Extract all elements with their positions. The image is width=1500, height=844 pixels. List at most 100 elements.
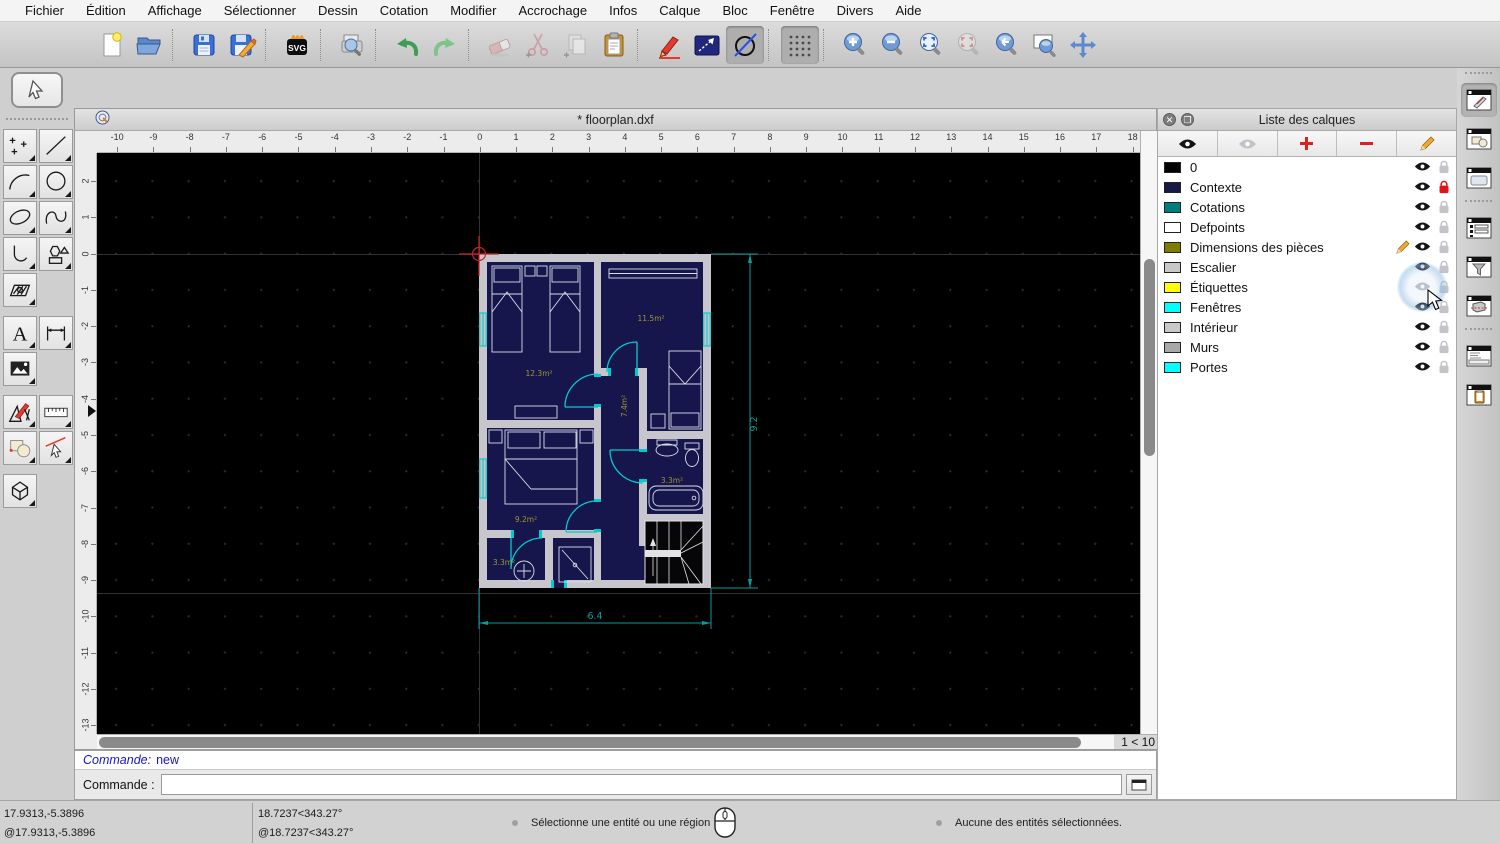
copy-button[interactable]: [557, 26, 595, 64]
menu-item[interactable]: Dessin: [307, 3, 369, 18]
zoom-in-button[interactable]: [836, 26, 874, 64]
redo-button[interactable]: [426, 26, 464, 64]
solid-3d-tool-button[interactable]: [3, 474, 37, 508]
blocks-dock-button[interactable]: [1461, 122, 1497, 156]
views-dock-button[interactable]: [1461, 161, 1497, 195]
layer-visibility-eye-icon[interactable]: [1414, 360, 1431, 375]
command-options-button[interactable]: [1126, 774, 1152, 795]
menu-item[interactable]: Accrochage: [507, 3, 598, 18]
text-tool-button[interactable]: A: [3, 316, 37, 350]
layer-row[interactable]: Escalier: [1158, 257, 1456, 277]
menu-item[interactable]: Édition: [75, 3, 137, 18]
menu-item[interactable]: Fichier: [14, 3, 75, 18]
layer-lock-icon[interactable]: [1437, 340, 1450, 354]
clipboard-dock-button[interactable]: [1461, 378, 1497, 412]
polygon-tool-button[interactable]: [39, 237, 73, 271]
property-editor-dock-button[interactable]: [1460, 83, 1497, 117]
dimension-tool-button[interactable]: [39, 316, 73, 350]
arc-tool-button[interactable]: [3, 165, 37, 199]
selection-filter-dock-button[interactable]: [1461, 250, 1497, 284]
draw-pen-button[interactable]: [650, 26, 688, 64]
layer-row[interactable]: Fenêtres: [1158, 297, 1456, 317]
polyline-mode-button[interactable]: [688, 26, 726, 64]
layer-lock-icon[interactable]: [1437, 360, 1450, 374]
menu-item[interactable]: Aide: [884, 3, 932, 18]
undo-button[interactable]: [388, 26, 426, 64]
save-button[interactable]: [185, 26, 223, 64]
print-preview-button[interactable]: [333, 26, 371, 64]
layer-visibility-eye-icon[interactable]: [1414, 320, 1431, 335]
layer-row[interactable]: Intérieur: [1158, 317, 1456, 337]
layers-dock-button[interactable]: [1461, 211, 1497, 245]
layer-visibility-eye-icon[interactable]: [1414, 260, 1431, 275]
grid-toggle-button[interactable]: [781, 25, 819, 64]
edit-layer-button[interactable]: [1397, 131, 1456, 156]
block-tools-button[interactable]: [3, 431, 37, 465]
new-file-button[interactable]: [92, 26, 130, 64]
horizontal-scrollbar[interactable]: [97, 734, 1114, 749]
layer-row[interactable]: Defpoints: [1158, 217, 1456, 237]
layer-visibility-eye-icon[interactable]: [1414, 340, 1431, 355]
layer-row[interactable]: Étiquettes: [1158, 262, 1456, 312]
scrollbar-thumb[interactable]: [99, 737, 1081, 748]
polyline-tool-button[interactable]: [3, 237, 37, 271]
document-title-bar[interactable]: * floorplan.dxf: [75, 109, 1156, 131]
menu-item[interactable]: Infos: [598, 3, 648, 18]
menu-item[interactable]: Cotation: [369, 3, 439, 18]
layer-row[interactable]: Murs: [1158, 337, 1456, 357]
layer-row[interactable]: Cotations: [1158, 197, 1456, 217]
close-icon[interactable]: ✕: [1163, 113, 1176, 126]
layer-lock-icon[interactable]: [1437, 220, 1450, 234]
points-tool-button[interactable]: [3, 129, 37, 163]
layer-row[interactable]: Portes: [1158, 357, 1456, 377]
menu-item[interactable]: Sélectionner: [213, 3, 307, 18]
layer-lock-icon[interactable]: [1437, 260, 1450, 274]
menu-item[interactable]: Affichage: [137, 3, 213, 18]
scrollbar-thumb[interactable]: [1144, 259, 1155, 456]
wall-tool-dock-button[interactable]: [1461, 289, 1497, 323]
undock-icon[interactable]: ❐: [1181, 113, 1194, 126]
layer-visibility-eye-icon[interactable]: [1414, 160, 1431, 175]
layer-lock-icon[interactable]: [1437, 180, 1450, 194]
vertical-scrollbar[interactable]: [1140, 131, 1158, 734]
layers-panel-title-bar[interactable]: ✕ ❐ Liste des calques: [1158, 109, 1456, 131]
menu-item[interactable]: Calque: [648, 3, 711, 18]
remove-layer-button[interactable]: [1337, 131, 1398, 156]
paste-button[interactable]: [595, 26, 633, 64]
layer-lock-icon[interactable]: [1437, 240, 1450, 254]
svg-export-button[interactable]: SVG: [278, 26, 316, 64]
circle-tool-button[interactable]: [39, 165, 73, 199]
menu-item[interactable]: Fenêtre: [759, 3, 826, 18]
modify-tools-button[interactable]: [3, 395, 37, 429]
command-line-dock-button[interactable]: [1461, 339, 1497, 373]
layer-visibility-eye-icon[interactable]: [1414, 200, 1431, 215]
open-file-button[interactable]: [130, 26, 168, 64]
layer-lock-icon[interactable]: [1437, 200, 1450, 214]
eraser-button[interactable]: [481, 26, 519, 64]
menu-item[interactable]: Modifier: [439, 3, 507, 18]
ellipse-tool-button[interactable]: [3, 201, 37, 235]
layer-visibility-eye-icon[interactable]: [1414, 220, 1431, 235]
layer-visibility-eye-icon[interactable]: [1414, 180, 1431, 195]
drawing-canvas[interactable]: 12.3m² 11.5m² 7.4m² 9.2m² 3.3m² 3.3m² 9.2 6.4: [97, 153, 1140, 734]
select-entity-tool-button[interactable]: [39, 431, 73, 465]
layer-lock-icon[interactable]: [1437, 320, 1450, 334]
measure-tool-button[interactable]: [39, 395, 73, 429]
zoom-out-button[interactable]: [874, 26, 912, 64]
layer-row[interactable]: Contexte: [1158, 177, 1456, 197]
line-tool-button[interactable]: [39, 129, 73, 163]
zoom-pan-button[interactable]: [1064, 26, 1102, 64]
layer-visibility-eye-icon[interactable]: [1414, 240, 1431, 255]
spline-tool-button[interactable]: [39, 201, 73, 235]
zoom-back-button[interactable]: [988, 26, 1026, 64]
menu-item[interactable]: Bloc: [711, 3, 758, 18]
layer-row[interactable]: Dimensions des pièces: [1158, 237, 1456, 257]
layer-row[interactable]: 0: [1158, 157, 1456, 177]
hatch-tool-button[interactable]: [3, 273, 37, 307]
select-arrow-button[interactable]: [11, 72, 63, 108]
cut-button[interactable]: [519, 26, 557, 64]
zoom-auto-button[interactable]: [912, 26, 950, 64]
zoom-window-button[interactable]: [1026, 26, 1064, 64]
layer-lock-icon[interactable]: [1437, 160, 1450, 174]
save-as-button[interactable]: [223, 26, 261, 64]
